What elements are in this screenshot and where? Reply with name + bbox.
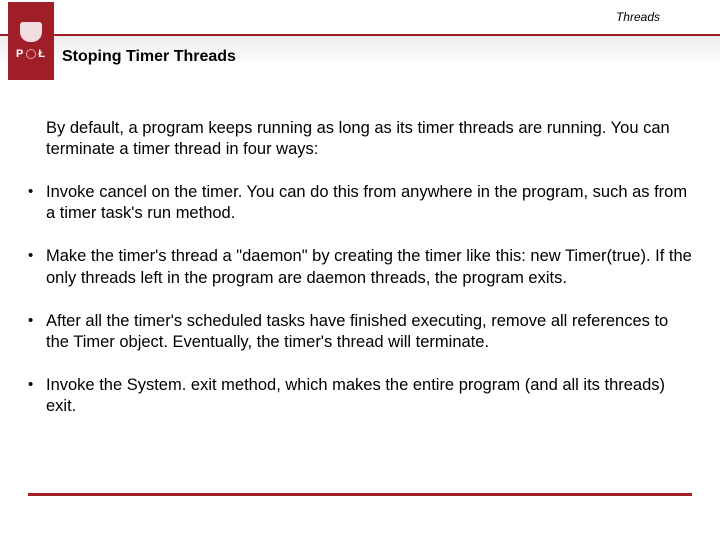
title-bar: P Ł Stoping Timer Threads (0, 34, 720, 78)
slide-content: By default, a program keeps running as l… (0, 78, 720, 417)
bullet-text: Invoke the System. exit method, which ma… (46, 375, 692, 417)
logo-icon: P Ł (8, 2, 54, 80)
list-item: • After all the timer's scheduled tasks … (28, 311, 692, 353)
bullet-text: Make the timer's thread a "daemon" by cr… (46, 246, 692, 288)
intro-paragraph: By default, a program keeps running as l… (46, 118, 692, 160)
footer-divider (28, 493, 692, 496)
bullet-marker-icon: • (28, 311, 46, 353)
logo-letter-right: Ł (38, 48, 46, 60)
category-label: Threads (616, 10, 660, 24)
logo-letter-left: P (16, 48, 24, 60)
bullet-text: Invoke cancel on the timer. You can do t… (46, 182, 692, 224)
bullet-text: After all the timer's scheduled tasks ha… (46, 311, 692, 353)
logo-letters: P Ł (16, 48, 46, 60)
list-item: • Invoke the System. exit method, which … (28, 375, 692, 417)
logo-crest-icon (20, 22, 42, 42)
list-item: • Make the timer's thread a "daemon" by … (28, 246, 692, 288)
bullet-marker-icon: • (28, 375, 46, 417)
header-category-bar: Threads (0, 0, 720, 34)
logo-wreath-icon (26, 49, 36, 59)
bullet-marker-icon: • (28, 182, 46, 224)
bullet-marker-icon: • (28, 246, 46, 288)
list-item: • Invoke cancel on the timer. You can do… (28, 182, 692, 224)
slide-title: Stoping Timer Threads (62, 48, 236, 66)
bullet-list: • Invoke cancel on the timer. You can do… (28, 182, 692, 417)
